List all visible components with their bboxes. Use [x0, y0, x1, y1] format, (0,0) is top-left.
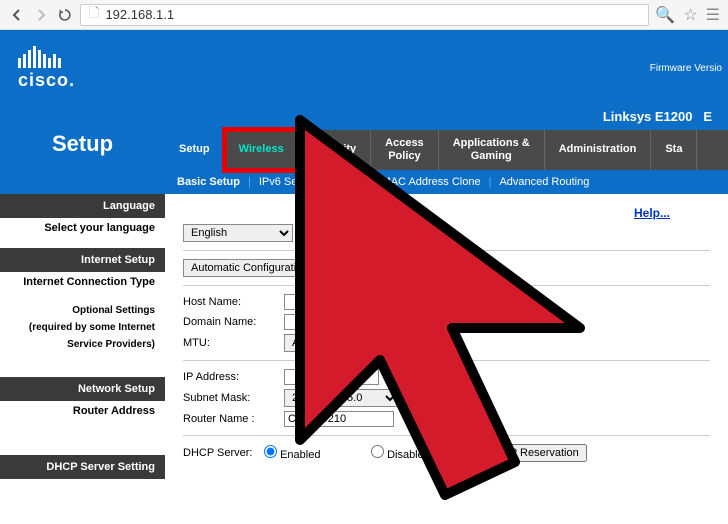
model-label: Linksys E1200 E [165, 103, 728, 130]
ip-octet-2[interactable] [339, 369, 379, 385]
section-language: Language [0, 194, 165, 218]
address-bar[interactable]: 🗋 192.168.1.1 [80, 4, 649, 26]
label-domain-name: Domain Name: [183, 316, 278, 328]
ip-octet-1[interactable] [284, 369, 324, 385]
browser-toolbar: 🗋 192.168.1.1 🔍 ☆ ☰ [0, 0, 728, 30]
tab-administration[interactable]: Administration [545, 130, 652, 170]
mtu-size-input[interactable] [385, 335, 425, 351]
section-internet-setup: Internet Setup [0, 248, 165, 272]
tab-wireless[interactable]: Wireless [225, 130, 299, 170]
tab-setup[interactable]: Setup [165, 130, 225, 170]
sub-tabs: Basic Setup | IPv6 Setup | DDNS | MAC Ad… [165, 170, 728, 194]
label-optional-3: Service Providers) [0, 336, 165, 353]
firmware-version: Firmware Versio [650, 63, 722, 74]
settings-sidebar: Language Select your language Internet S… [0, 194, 165, 479]
label-host-name: Host Name: [183, 296, 278, 308]
label-mtu: MTU: [183, 337, 278, 349]
reload-button[interactable] [56, 6, 74, 24]
settings-main: Help... English Automatic Configuration … [165, 194, 728, 479]
label-dhcp-server: DHCP Server: [183, 447, 258, 459]
host-name-input[interactable] [284, 294, 404, 310]
menu-icon[interactable]: ☰ [706, 5, 720, 25]
label-router-address: Router Address [0, 401, 165, 419]
language-select[interactable]: English [183, 224, 293, 242]
star-icon[interactable]: ☆ [683, 5, 697, 25]
label-connection-type: Internet Connection Type [0, 272, 165, 290]
dhcp-reservation-button[interactable]: DHCP Reservation [478, 444, 587, 462]
tab-security[interactable]: Security [299, 130, 371, 170]
help-link[interactable]: Help... [634, 206, 670, 220]
back-button[interactable] [8, 6, 26, 24]
subtab-ddns[interactable]: DDNS [332, 176, 363, 188]
dhcp-disabled-option[interactable]: Disabled [371, 445, 466, 461]
subtab-advanced-routing[interactable]: Advanced Routing [499, 176, 589, 188]
dhcp-enabled-option[interactable]: Enabled [264, 445, 359, 461]
connection-type-select[interactable]: Automatic Configuration - DHCP [183, 259, 383, 277]
label-select-language: Select your language [0, 218, 165, 236]
ip-octet-3[interactable] [394, 369, 434, 385]
label-optional-settings: Optional Settings [0, 302, 165, 319]
section-network-setup: Network Setup [0, 377, 165, 401]
tab-access-policy[interactable]: Access Policy [371, 130, 439, 170]
label-router-name: Router Name : [183, 413, 278, 425]
main-tabs: Setup Wireless Security Access Policy Ap… [165, 130, 728, 170]
label-optional-2: (required by some Internet [0, 319, 165, 336]
forward-button[interactable] [32, 6, 50, 24]
router-name-input[interactable] [284, 411, 394, 427]
mtu-select[interactable]: Auto [284, 334, 339, 352]
label-ip-address: IP Address: [183, 371, 278, 383]
subtab-ipv6-setup[interactable]: IPv6 Setup [259, 176, 313, 188]
section-dhcp-setting: DHCP Server Setting [0, 455, 165, 479]
router-admin-page: cisco. Firmware Versio Setup Linksys E12… [0, 30, 728, 524]
zoom-icon[interactable]: 🔍 [655, 5, 675, 25]
domain-name-input[interactable] [284, 314, 404, 330]
page-title: Setup [0, 103, 165, 194]
tab-applications-gaming[interactable]: Applications & Gaming [439, 130, 545, 170]
tab-status[interactable]: Sta [651, 130, 697, 170]
cisco-logo: cisco. [0, 38, 728, 103]
label-size: Size: [354, 337, 378, 349]
label-subnet-mask: Subnet Mask: [183, 392, 278, 404]
subtab-mac-clone[interactable]: MAC Address Clone [382, 176, 481, 188]
subnet-mask-select[interactable]: 255.255.255.0 [284, 389, 399, 407]
page-header: cisco. Firmware Versio Setup Linksys E12… [0, 30, 728, 194]
subtab-basic-setup[interactable]: Basic Setup [177, 176, 240, 188]
